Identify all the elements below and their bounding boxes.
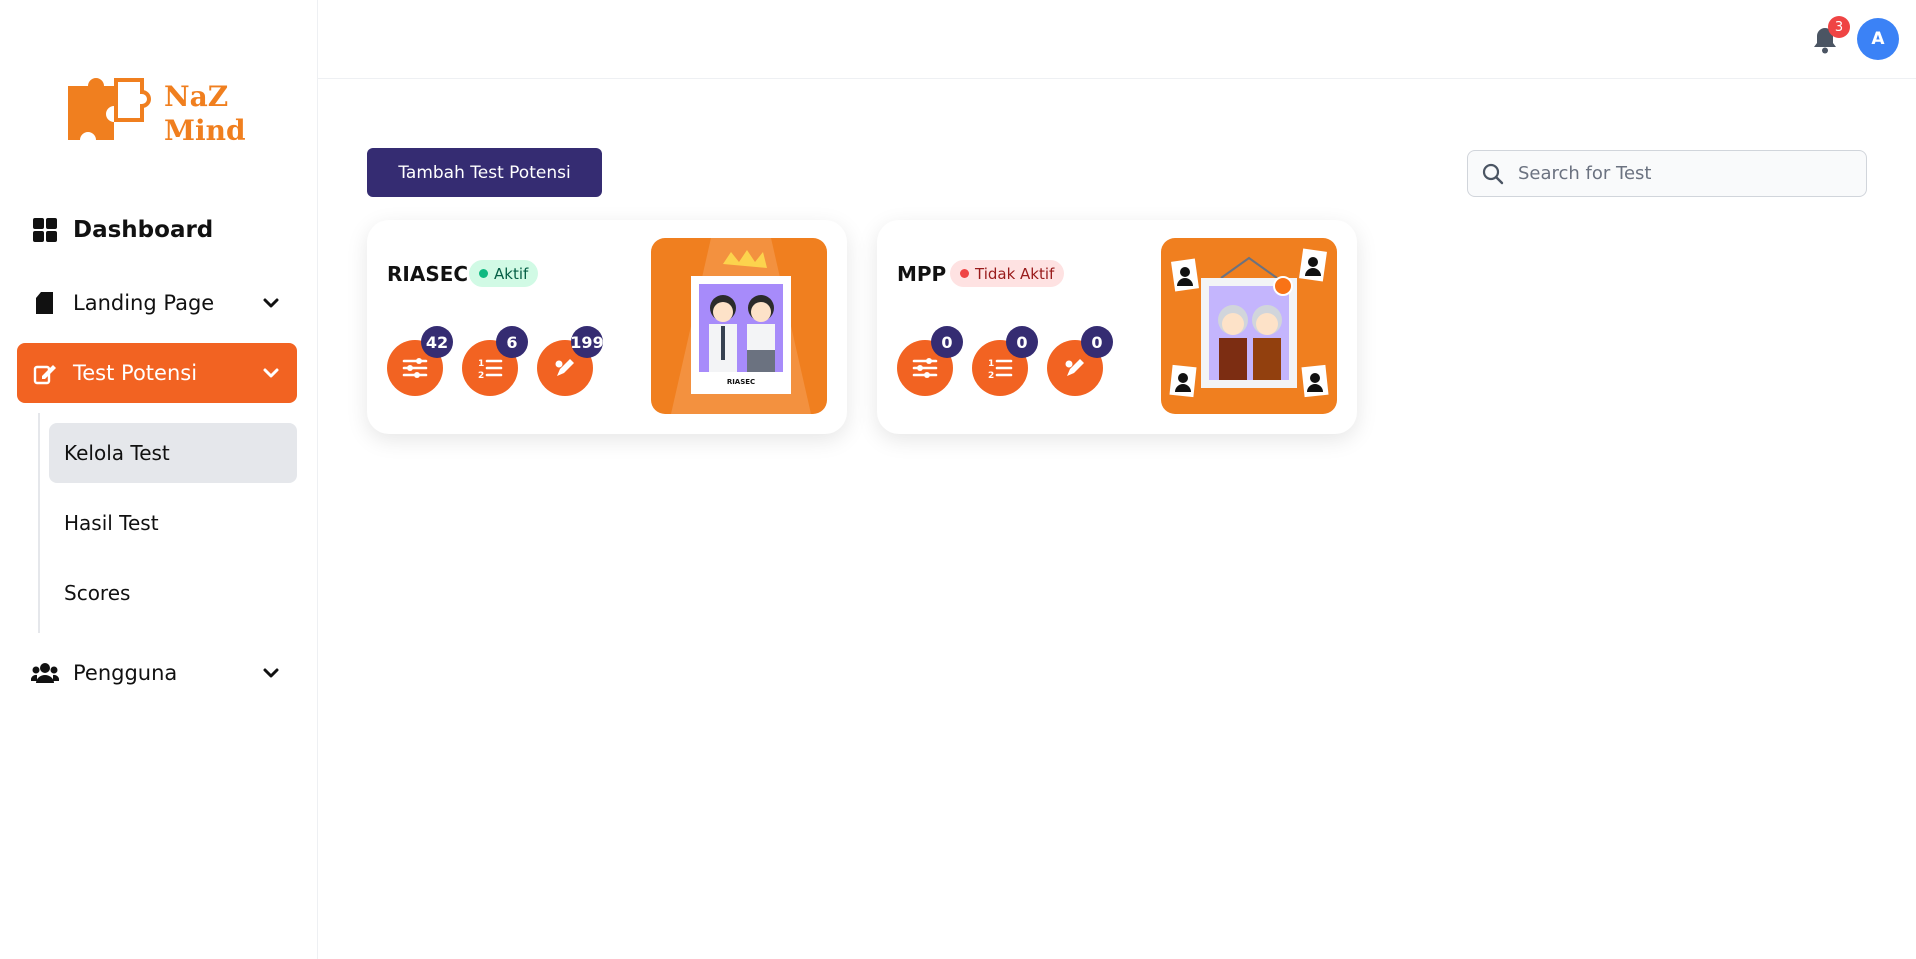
pencil-icon bbox=[1065, 359, 1084, 376]
settings-stat-button[interactable]: 42 bbox=[387, 326, 453, 396]
search-icon bbox=[1482, 163, 1504, 185]
puzzle-logo-icon: NaZ Mind bbox=[68, 78, 246, 147]
count-badge: 199 bbox=[570, 326, 604, 358]
chevron-down-icon[interactable] bbox=[259, 361, 283, 385]
card-title: RIASEC bbox=[387, 262, 469, 286]
nav-dashboard[interactable]: Dashboard bbox=[17, 200, 297, 260]
test-thumbnail-riasec: RIASEC bbox=[651, 238, 827, 414]
nav-dashboard-label: Dashboard bbox=[73, 217, 214, 243]
card-title: MPP bbox=[897, 262, 947, 286]
nav-pengguna[interactable]: Pengguna bbox=[17, 643, 297, 703]
chevron-down-icon[interactable] bbox=[259, 661, 283, 685]
pencil-icon bbox=[555, 359, 574, 376]
topbar bbox=[318, 0, 1916, 79]
responses-stat-button[interactable]: 0 bbox=[1047, 326, 1113, 396]
count-badge: 0 bbox=[931, 326, 963, 358]
count-badge: 6 bbox=[496, 326, 528, 358]
test-card-mpp[interactable]: MPP Tidak Aktif 0 12 0 0 bbox=[877, 220, 1357, 434]
status-label: Tidak Aktif bbox=[975, 264, 1055, 283]
nav-test-potensi[interactable]: Test Potensi bbox=[17, 343, 297, 403]
nav-landing-page-label: Landing Page bbox=[73, 291, 215, 315]
ordered-list-icon: 12 bbox=[478, 359, 503, 380]
document-icon bbox=[31, 289, 59, 317]
users-icon bbox=[31, 659, 59, 687]
svg-text:1: 1 bbox=[988, 359, 994, 369]
svg-text:RIASEC: RIASEC bbox=[727, 378, 755, 386]
svg-text:2: 2 bbox=[478, 371, 484, 380]
status-badge: Tidak Aktif bbox=[950, 260, 1065, 287]
questions-stat-button[interactable]: 12 0 bbox=[972, 326, 1038, 396]
count-badge: 0 bbox=[1006, 326, 1038, 358]
responses-stat-button[interactable]: 199 bbox=[537, 326, 604, 396]
status-badge: Aktif bbox=[469, 260, 539, 287]
questions-stat-button[interactable]: 12 6 bbox=[462, 326, 528, 396]
count-badge: 42 bbox=[421, 326, 453, 358]
sliders-icon bbox=[912, 358, 938, 378]
chevron-down-icon[interactable] bbox=[259, 291, 283, 315]
search-box[interactable] bbox=[1467, 150, 1867, 197]
test-thumbnail-mpp bbox=[1161, 238, 1337, 414]
settings-stat-button[interactable]: 0 bbox=[897, 326, 963, 396]
nav-landing-page[interactable]: Landing Page bbox=[17, 273, 297, 333]
search-input[interactable] bbox=[1518, 151, 1858, 196]
sidebar-item-hasil-test[interactable]: Hasil Test bbox=[49, 493, 297, 553]
svg-text:1: 1 bbox=[478, 359, 484, 369]
sidebar-item-scores[interactable]: Scores bbox=[49, 563, 297, 623]
svg-text:NaZ: NaZ bbox=[164, 80, 228, 113]
status-label: Aktif bbox=[494, 264, 529, 283]
svg-text:2: 2 bbox=[988, 371, 994, 380]
naz-mind-logo[interactable]: NaZ Mind bbox=[64, 74, 250, 148]
svg-text:Mind: Mind bbox=[164, 114, 246, 147]
nav-pengguna-label: Pengguna bbox=[73, 661, 178, 685]
sliders-icon bbox=[402, 358, 428, 378]
count-badge: 0 bbox=[1081, 326, 1113, 358]
test-card-riasec[interactable]: RIASEC Aktif 42 12 6 199 RIASEC bbox=[367, 220, 847, 434]
edit-icon bbox=[31, 359, 59, 387]
sidebar-item-kelola-test[interactable]: Kelola Test bbox=[49, 423, 297, 483]
sidebar: NaZ Mind Dashboard Landing Page Test Pot… bbox=[0, 0, 318, 959]
notification-badge: 3 bbox=[1828, 16, 1850, 38]
avatar[interactable]: A bbox=[1857, 18, 1899, 60]
dashboard-icon bbox=[31, 216, 59, 244]
submenu-guide-line bbox=[38, 413, 40, 633]
nav-test-potensi-label: Test Potensi bbox=[73, 361, 198, 385]
ordered-list-icon: 12 bbox=[988, 359, 1013, 380]
add-test-button[interactable]: Tambah Test Potensi bbox=[367, 148, 602, 197]
